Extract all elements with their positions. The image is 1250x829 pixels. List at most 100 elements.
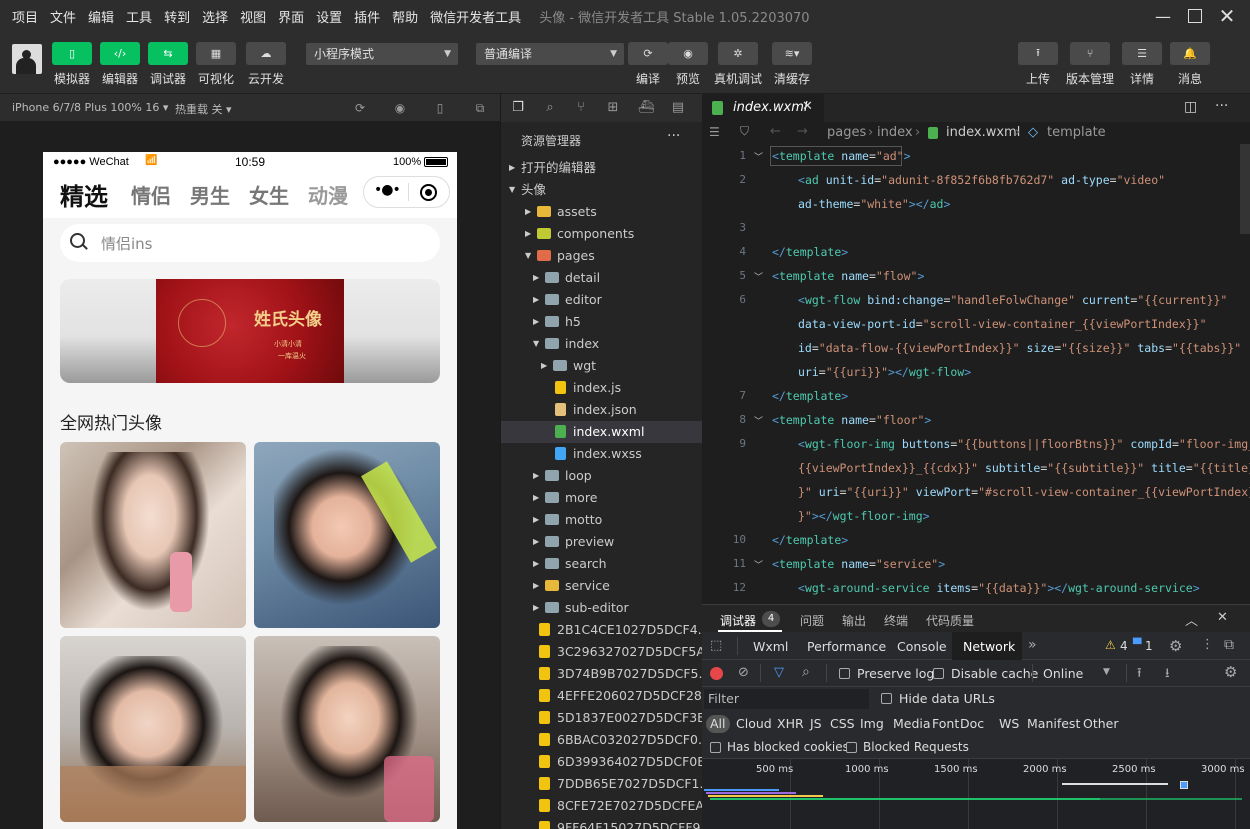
tab-problems[interactable]: 问题: [800, 612, 824, 629]
avatar-photo-2[interactable]: [254, 442, 440, 628]
模拟器-button[interactable]: ▯: [52, 42, 92, 65]
tree-item[interactable]: 9FF64F15027D5DCFF9...: [501, 817, 702, 829]
tab-terminal[interactable]: 终端: [884, 612, 908, 629]
category-tab-3[interactable]: 女生: [249, 180, 289, 209]
云开发-button[interactable]: ☁: [246, 42, 286, 65]
menu-item[interactable]: 插件: [348, 7, 386, 26]
menu-item[interactable]: 帮助: [386, 7, 424, 26]
详情-button[interactable]: ☰: [1122, 42, 1162, 65]
import-har-icon[interactable]: ⭱: [1137, 664, 1142, 686]
chevron-up-icon[interactable]: ︿: [1185, 610, 1198, 629]
record-icon[interactable]: [710, 667, 723, 680]
panel-performance[interactable]: Performance: [807, 639, 886, 654]
storage-icon[interactable]: ▤: [669, 99, 687, 117]
network-timeline[interactable]: 500 ms 1000 ms 1500 ms 2000 ms 2500 ms 3000 m…: [702, 759, 1250, 829]
list-icon[interactable]: ☰: [709, 125, 720, 139]
category-tab-1[interactable]: 情侣: [131, 180, 171, 209]
hide-data-urls-checkbox[interactable]: [881, 693, 892, 704]
message-count[interactable]: 1: [1145, 639, 1153, 653]
调试器-button[interactable]: ⇆: [148, 42, 188, 65]
menu-item[interactable]: 选择: [196, 7, 234, 26]
avatar-photo-3[interactable]: [60, 636, 246, 822]
preserve-log-checkbox[interactable]: [839, 668, 850, 679]
清缓存-button[interactable]: ≋▾: [772, 42, 812, 65]
files-icon[interactable]: ❐: [509, 99, 527, 117]
menu-item[interactable]: 项目: [6, 7, 44, 26]
blocked-requests-checkbox[interactable]: [846, 742, 857, 753]
type-filter-media[interactable]: Media: [893, 716, 931, 731]
menu-item[interactable]: 编辑: [82, 7, 120, 26]
hotreload-toggle[interactable]: 热重载 关 ▾: [175, 101, 232, 117]
tab-index-wxml[interactable]: index.wxml ✕: [702, 94, 824, 122]
tree-item[interactable]: index.wxss: [501, 443, 702, 465]
tree-item[interactable]: ▼ index: [501, 333, 702, 355]
消息-button[interactable]: 🔔: [1170, 42, 1210, 65]
tree-item[interactable]: ▶ more: [501, 487, 702, 509]
tree-item[interactable]: index.js: [501, 377, 702, 399]
network-settings-icon[interactable]: ⚙: [1224, 663, 1237, 681]
compile-select[interactable]: 普通编译 ▼: [476, 43, 624, 65]
category-tab-2[interactable]: 男生: [190, 180, 230, 209]
filter-input[interactable]: Filter: [704, 689, 869, 709]
device-select[interactable]: iPhone 6/7/8 Plus 100% 16 ▾: [12, 101, 168, 114]
rotate-icon[interactable]: ⟳: [352, 100, 368, 116]
minimize-icon[interactable]: —: [1146, 0, 1180, 32]
breadcrumb-item[interactable]: pages: [827, 125, 866, 140]
panel-wxml[interactable]: Wxml: [753, 639, 788, 654]
menu-item[interactable]: 视图: [234, 7, 272, 26]
tree-item[interactable]: ▶ motto: [501, 509, 702, 531]
type-filter-ws[interactable]: WS: [999, 716, 1019, 731]
avatar-photo-1[interactable]: [60, 442, 246, 628]
fold-chevron-icon[interactable]: ﹀: [754, 558, 763, 571]
open-editors-section[interactable]: ▶ 打开的编辑器: [501, 157, 702, 179]
type-filter-js[interactable]: JS: [810, 716, 822, 731]
more-dots-icon[interactable]: •●•: [374, 182, 401, 198]
type-filter-other[interactable]: Other: [1083, 716, 1119, 731]
type-filter-img[interactable]: Img: [860, 716, 884, 731]
版本管理-button[interactable]: ⑂: [1070, 42, 1110, 65]
menu-item[interactable]: 微信开发者工具: [424, 7, 527, 26]
可视化-button[interactable]: ▦: [196, 42, 236, 65]
type-filter-font[interactable]: Font: [932, 716, 959, 731]
breadcrumb-item[interactable]: index: [877, 125, 913, 140]
avatar-photo-4[interactable]: [254, 636, 440, 822]
tree-item[interactable]: 7DDB65E7027D5DCF1...: [501, 773, 702, 795]
docker-icon[interactable]: ⛴: [637, 99, 655, 117]
tree-item[interactable]: 2B1C4CE1027D5DCF4...: [501, 619, 702, 641]
tree-item[interactable]: ▶ sub-editor: [501, 597, 702, 619]
tree-item[interactable]: ▶ preview: [501, 531, 702, 553]
filter-icon[interactable]: ▽: [774, 665, 784, 680]
detach-window-icon[interactable]: ⧉: [472, 100, 488, 116]
menu-item[interactable]: 工具: [120, 7, 158, 26]
tree-item[interactable]: ▶ loop: [501, 465, 702, 487]
forward-arrow-icon[interactable]: →: [797, 124, 808, 139]
menu-item[interactable]: 设置: [310, 7, 348, 26]
panel-console[interactable]: Console: [897, 639, 947, 654]
more-icon[interactable]: ···: [667, 128, 680, 144]
code-editor[interactable]: 1 ﹀ <template name="ad"> 2 <ad unit-id="adun…: [702, 144, 1250, 604]
extensions-icon[interactable]: ⊞: [604, 99, 622, 117]
menu-item[interactable]: 文件: [44, 7, 82, 26]
tree-item[interactable]: ▶ search: [501, 553, 702, 575]
close-window-icon[interactable]: ✕: [1210, 0, 1244, 32]
编译-button[interactable]: ⟳: [628, 42, 668, 65]
breadcrumb-item[interactable]: index.wxml: [946, 125, 1020, 140]
tab-code-quality[interactable]: 代码质量: [926, 612, 974, 629]
type-filter-css[interactable]: CSS: [830, 716, 855, 731]
throttle-select[interactable]: Online: [1043, 666, 1083, 681]
panel-network[interactable]: Network: [963, 639, 1015, 654]
warning-count[interactable]: 4: [1120, 639, 1128, 653]
more-vertical-icon[interactable]: ⋮: [1201, 637, 1214, 652]
menu-item[interactable]: 转到: [158, 7, 196, 26]
maximize-icon[interactable]: [1178, 0, 1212, 32]
type-filter-doc[interactable]: Doc: [960, 716, 984, 731]
stop-icon[interactable]: ◉: [392, 100, 408, 116]
search-input[interactable]: 情侣ins: [60, 224, 440, 262]
split-editor-icon[interactable]: ◫: [1184, 99, 1197, 115]
tree-item[interactable]: 8CFE72E7027D5DCFEA...: [501, 795, 702, 817]
type-filter-cloud[interactable]: Cloud: [736, 716, 772, 731]
tree-item[interactable]: index.wxml: [501, 421, 702, 443]
more-panels-icon[interactable]: »: [1028, 637, 1037, 653]
category-tab-4[interactable]: 动漫: [308, 180, 348, 209]
bookmark-icon[interactable]: ⛉: [740, 124, 749, 139]
